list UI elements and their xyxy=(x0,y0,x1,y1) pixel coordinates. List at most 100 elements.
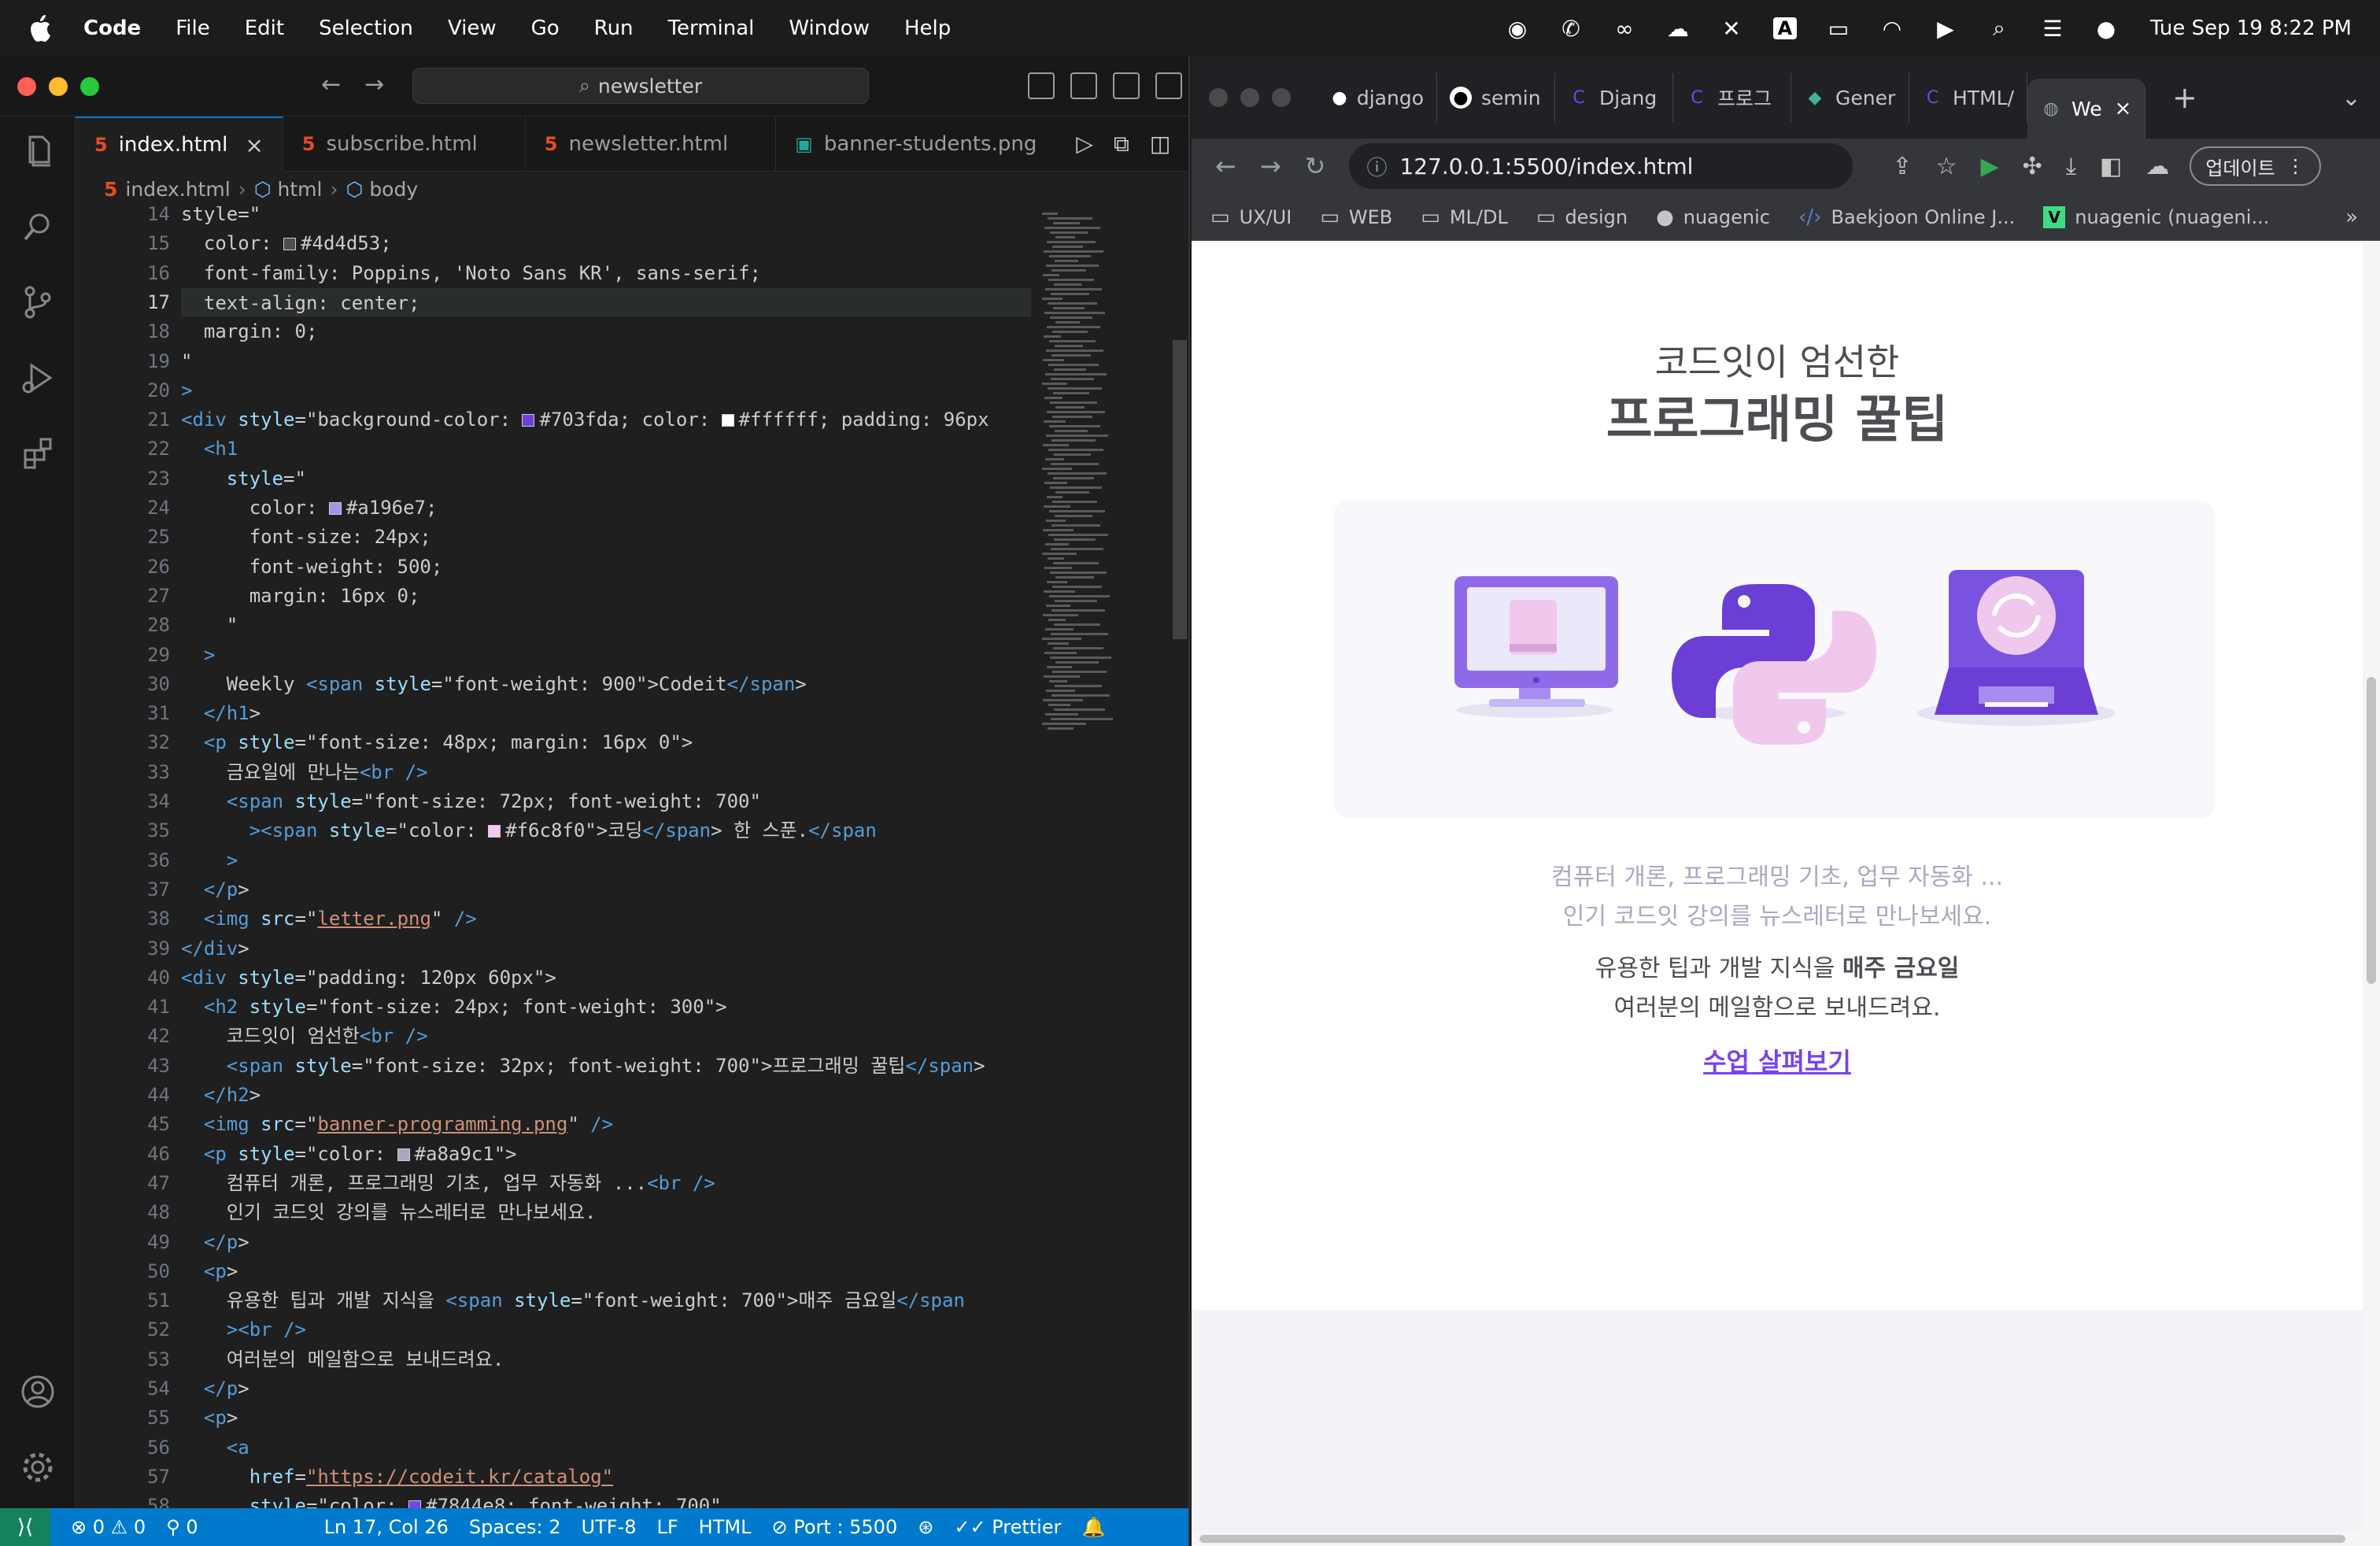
tab-banner-students-png[interactable]: ▣ banner-students.png xyxy=(776,117,1055,172)
code-line[interactable]: </div> xyxy=(181,934,1031,963)
bookmark-folder-mldl[interactable]: ▭ ML/DL xyxy=(1421,205,1508,229)
end-of-line[interactable]: LF xyxy=(656,1516,678,1538)
bookmark-folder-web[interactable]: ▭ WEB xyxy=(1320,205,1392,229)
code-line[interactable]: font-size: 24px; xyxy=(181,523,1031,551)
code-line[interactable]: <p> xyxy=(181,1404,1031,1432)
toggle-primary-sidebar-icon[interactable] xyxy=(1028,72,1055,99)
encoding[interactable]: UTF-8 xyxy=(582,1516,637,1538)
code-line[interactable]: text-align: center; xyxy=(181,287,1031,316)
minimize-window-button[interactable] xyxy=(49,76,68,96)
code-line[interactable]: </p> xyxy=(181,1374,1031,1403)
browser-tab[interactable]: C 프로그 xyxy=(1673,73,1791,122)
tab-search-chevron-icon[interactable]: ⌄ xyxy=(2341,84,2361,112)
open-preview-icon[interactable]: ⧉ xyxy=(1114,131,1129,157)
code-line[interactable]: style=" xyxy=(181,464,1031,493)
control-center-icon[interactable]: ☰ xyxy=(2037,13,2068,44)
cursor-position[interactable]: Ln 17, Col 26 xyxy=(324,1516,449,1538)
bookmark-nuagenic-velog[interactable]: Vnuagenic (nuageni... xyxy=(2043,205,2269,228)
menu-file[interactable]: File xyxy=(176,17,210,40)
messenger-icon[interactable]: ✆ xyxy=(1555,13,1587,44)
code-line[interactable]: <img src="letter.png" /> xyxy=(181,904,1031,933)
update-button[interactable]: 업데이트 ⋮ xyxy=(2190,146,2321,186)
menubar-clock[interactable]: Tue Sep 19 8:22 PM xyxy=(2150,17,2352,40)
code-line[interactable]: ><span style="color: #f6c8f0">코딩</span> … xyxy=(181,816,1031,845)
cloud-icon[interactable]: ☁ xyxy=(1662,13,1694,44)
settings-gear-icon[interactable] xyxy=(16,1445,60,1489)
menu-view[interactable]: View xyxy=(448,17,497,40)
code-line[interactable]: <p style="color: #a8a9c1"> xyxy=(181,1140,1031,1168)
menu-terminal[interactable]: Terminal xyxy=(668,17,755,40)
mute-icon[interactable]: ✕ xyxy=(1716,13,1747,44)
more-bookmarks-icon[interactable]: » xyxy=(2345,205,2358,229)
zoom-window-button[interactable] xyxy=(80,76,99,96)
code-line[interactable]: style="color: #7844e8; font-weight: 700" xyxy=(181,1492,1031,1508)
zoom-window-button[interactable] xyxy=(1272,88,1291,107)
editor-scrollbar[interactable] xyxy=(1170,206,1188,1508)
browse-courses-link[interactable]: 수업 살펴보기 xyxy=(1192,1042,2363,1078)
screen-share-icon[interactable]: ◉ xyxy=(1502,13,1533,44)
bookmark-nuagenic[interactable]: ● nuagenic xyxy=(1656,205,1770,229)
bookmark-baekjoon[interactable]: ‹/› Baekjoon Online J... xyxy=(1798,205,2015,229)
code-line[interactable]: 금요일에 만나는<br /> xyxy=(181,758,1031,786)
run-file-icon[interactable]: ▷ xyxy=(1076,131,1093,157)
breadcrumb-file[interactable]: index.html xyxy=(125,178,230,201)
code-line[interactable]: <h1 xyxy=(181,435,1031,463)
code-line[interactable]: <h2 style="font-size: 24px; font-weight:… xyxy=(181,993,1031,1021)
bookmark-folder-design[interactable]: ▭ design xyxy=(1536,205,1628,229)
forward-arrow-icon[interactable]: → xyxy=(364,71,384,98)
glasses-icon[interactable]: ∞ xyxy=(1609,13,1640,44)
page-horizontal-scrollbar[interactable] xyxy=(1192,1532,2380,1546)
close-window-button[interactable] xyxy=(1209,88,1228,107)
code-line[interactable]: > xyxy=(181,376,1031,405)
reload-icon[interactable]: ↻ xyxy=(1305,151,1326,181)
scrollbar-thumb[interactable] xyxy=(1199,1535,2345,1543)
code-line[interactable]: " xyxy=(181,347,1031,375)
menu-app-name[interactable]: Code xyxy=(83,17,141,40)
battery-icon[interactable]: ▭ xyxy=(1823,13,1854,44)
tab-subscribe-html[interactable]: 5 subscribe.html xyxy=(283,117,526,172)
share-icon[interactable]: ⇪ xyxy=(1892,153,1912,180)
code-line[interactable]: </h1> xyxy=(181,699,1031,727)
minimap[interactable] xyxy=(1036,206,1170,1508)
copilot-icon[interactable]: ⊛ xyxy=(918,1516,933,1538)
extension-play-icon[interactable]: ▶ xyxy=(1980,153,1998,180)
ports-indicator[interactable]: ⚲ 0 xyxy=(166,1516,198,1538)
spotlight-search-icon[interactable]: ⌕ xyxy=(1983,13,2015,44)
code-line[interactable]: </p> xyxy=(181,875,1031,904)
code-line[interactable]: href="https://codeit.kr/catalog" xyxy=(181,1463,1031,1491)
back-arrow-icon[interactable]: ← xyxy=(1215,151,1236,181)
code-line[interactable]: font-weight: 500; xyxy=(181,553,1031,581)
minimize-window-button[interactable] xyxy=(1240,88,1259,107)
code-line[interactable]: <a xyxy=(181,1433,1031,1462)
side-panel-icon[interactable]: ◧ xyxy=(2100,153,2122,180)
language-mode[interactable]: HTML xyxy=(699,1516,752,1538)
code-line[interactable]: <span style="font-size: 72px; font-weigh… xyxy=(181,787,1031,816)
code-line[interactable]: > xyxy=(181,641,1031,669)
code-line[interactable]: </h2> xyxy=(181,1081,1031,1109)
code-line[interactable]: <div style="background-color: #703fda; c… xyxy=(181,405,1031,434)
siri-icon[interactable]: ● xyxy=(2090,13,2122,44)
toggle-secondary-sidebar-icon[interactable] xyxy=(1113,72,1140,99)
menu-help[interactable]: Help xyxy=(904,17,951,40)
page-scrollbar[interactable] xyxy=(2363,241,2380,1532)
code-line[interactable]: <span style="font-size: 32px; font-weigh… xyxy=(181,1052,1031,1080)
search-icon[interactable] xyxy=(16,205,60,249)
forward-arrow-icon[interactable]: → xyxy=(1260,151,1281,181)
code-line[interactable]: 여러분의 메일함으로 보내드려요. xyxy=(181,1345,1031,1374)
browser-tab[interactable]: ◆ Gener xyxy=(1791,73,1909,122)
customize-layout-icon[interactable] xyxy=(1155,72,1182,99)
close-tab-icon[interactable]: × xyxy=(245,132,263,158)
code-line[interactable]: 컴퓨터 개론, 프로그래밍 기초, 업무 자동화 ...<br /> xyxy=(181,1169,1031,1197)
toggle-panel-icon[interactable] xyxy=(1070,72,1097,99)
menu-edit[interactable]: Edit xyxy=(245,17,284,40)
prettier-status[interactable]: ✓✓ Prettier xyxy=(954,1516,1061,1538)
account-icon[interactable] xyxy=(16,1370,60,1414)
browser-tab[interactable]: C HTML/ xyxy=(1909,73,2027,122)
bookmark-star-icon[interactable]: ☆ xyxy=(1936,153,1957,180)
remote-indicator-icon[interactable]: ⟩⟨ xyxy=(0,1508,50,1546)
code-line[interactable]: <p style="font-size: 48px; margin: 16px … xyxy=(181,728,1031,756)
code-line[interactable]: <div style="padding: 120px 60px"> xyxy=(181,963,1031,992)
code-line[interactable]: margin: 16px 0; xyxy=(181,582,1031,610)
scrollbar-thumb[interactable] xyxy=(1173,340,1187,639)
code-line[interactable]: 유용한 팁과 개발 지식을 <span style="font-weight: … xyxy=(181,1286,1031,1315)
